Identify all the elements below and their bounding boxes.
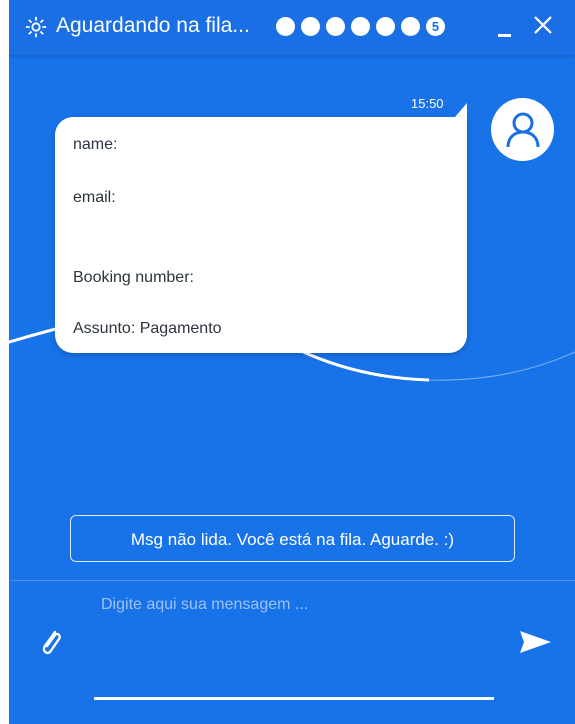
user-icon: [506, 112, 540, 148]
queue-dot: [276, 17, 295, 36]
queue-position-badge: 5: [426, 17, 445, 36]
send-icon[interactable]: [519, 630, 552, 654]
minimize-icon[interactable]: [498, 34, 511, 37]
chat-title: Aguardando na fila...: [56, 14, 250, 37]
background-arcs: [9, 316, 575, 382]
chat-header: Aguardando na fila... 5: [9, 0, 575, 55]
message-input[interactable]: Digite aqui sua mensagem ...: [101, 596, 308, 614]
queue-dot: [326, 17, 345, 36]
queue-status-notice: Msg não lida. Você está na fila. Aguarde…: [70, 515, 515, 562]
chat-window: Aguardando na fila... 5 15:50 name: emai…: [0, 0, 575, 724]
chat-panel: Aguardando na fila... 5 15:50 name: emai…: [9, 0, 575, 724]
input-underline: [94, 697, 494, 700]
avatar: [491, 98, 554, 161]
message-timestamp: 15:50: [411, 96, 444, 111]
queue-dot: [401, 17, 420, 36]
close-icon[interactable]: [532, 14, 554, 36]
queue-dot: [351, 17, 370, 36]
queue-dot: [301, 17, 320, 36]
composer-divider: [9, 580, 575, 581]
field-booking-number: Booking number:: [73, 269, 194, 286]
field-subject: Assunto: Pagamento: [73, 320, 222, 337]
queue-dot: [376, 17, 395, 36]
paperclip-icon[interactable]: [39, 626, 63, 658]
queue-indicator: 5: [276, 17, 445, 36]
field-email: email:: [73, 189, 116, 206]
gear-icon[interactable]: [25, 16, 47, 38]
message-bubble: name: email: Booking number: Assunto: Pa…: [55, 117, 467, 353]
field-name: name:: [73, 136, 118, 153]
